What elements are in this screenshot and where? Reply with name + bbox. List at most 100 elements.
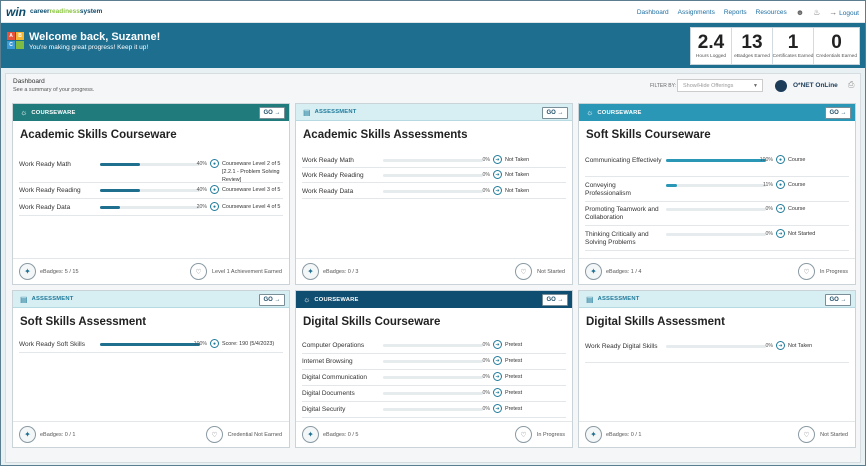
item-status: Courseware Level 4 of 5 [222, 204, 281, 210]
card-digital-skills-assessment: ▤ ASSESSMENT GO → Digital Skills Assessm… [578, 290, 856, 448]
card-title: Soft Skills Courseware [586, 129, 711, 141]
item-name: Digital Documents [302, 390, 355, 397]
user-icon[interactable]: ☻ [796, 8, 804, 17]
go-button[interactable]: GO → [825, 294, 851, 306]
card-academic-skills-assessments: ▤ ASSESSMENT GO → Academic Skills Assess… [295, 103, 573, 285]
achievement-icon: ♡ [190, 263, 207, 280]
course-icon: ● [776, 180, 785, 189]
nav-dashboard[interactable]: Dashboard [637, 9, 669, 16]
ebadge-icon[interactable]: ✦ [19, 426, 36, 443]
ebadge-icon[interactable]: ✦ [302, 426, 319, 443]
list-item[interactable]: Thinking Critically and Solving Problems… [585, 227, 849, 251]
card-header: ☼ COURSEWARE GO → [579, 104, 855, 121]
list-item[interactable]: Work Ready Digital Skills 0% ➜ Not Taken [585, 339, 849, 363]
list-item[interactable]: Work Ready Data 20% ● Courseware Level 4… [19, 200, 283, 216]
list-item[interactable]: Communicating Effectively 100% ● Course [585, 153, 849, 177]
ebadge-icon[interactable]: ✦ [19, 263, 36, 280]
list-item[interactable]: Digital Security 0% ➜ Pretest [302, 402, 566, 418]
list-item[interactable]: Digital Documents 0% ➜ Pretest [302, 386, 566, 402]
onet-logo-icon[interactable] [775, 80, 787, 92]
ebadges-count: eBadges: 1 / 4 [606, 269, 642, 275]
stat-certificates: 1 Certificates Earned [773, 28, 814, 64]
list-item[interactable]: Digital Communication 0% ➜ Pretest [302, 370, 566, 386]
achievement-icon: ♡ [515, 426, 532, 443]
progress-bar [100, 163, 200, 166]
achievement-status: Level 1 Achievement Earned [211, 269, 282, 275]
top-nav-bar: win careerreadinesssystem Dashboard Assi… [1, 1, 865, 23]
bell-icon[interactable]: ♨ [813, 8, 820, 17]
item-percent: 40% [196, 161, 207, 167]
list-item[interactable]: Computer Operations 0% ➜ Pretest [302, 338, 566, 354]
progress-bar [383, 408, 483, 411]
item-status: Not Taken [505, 172, 530, 178]
list-item[interactable]: Work Ready Reading 40% ● Courseware Leve… [19, 183, 283, 199]
progress-fill [100, 206, 120, 209]
item-name: Work Ready Math [302, 157, 354, 164]
lightbulb-icon: ☼ [303, 295, 311, 304]
item-name: Work Ready Data [302, 188, 354, 195]
list-item[interactable]: Conveying Professionalism 11% ● Course [585, 178, 849, 202]
achievement-status: Not Started [537, 269, 565, 275]
ebadge-icon[interactable]: ✦ [585, 426, 602, 443]
card-footer: ✦ eBadges: 0 / 1 Not Started ♡ [579, 421, 855, 447]
go-button[interactable]: GO → [825, 107, 851, 119]
nav-reports[interactable]: Reports [724, 9, 747, 16]
item-status: Not Started [788, 231, 816, 237]
card-footer: ✦ eBadges: 0 / 3 Not Started ♡ [296, 258, 572, 284]
item-percent: 0% [482, 172, 491, 178]
ebadge-icon[interactable]: ✦ [585, 263, 602, 280]
course-icon: ● [210, 202, 219, 211]
item-status: Pretest [505, 358, 523, 364]
go-button[interactable]: GO → [259, 107, 285, 119]
list-item[interactable]: Internet Browsing 0% ➜ Pretest [302, 354, 566, 370]
list-item[interactable]: Work Ready Data 0% ➜ Not Taken [302, 184, 566, 199]
progress-bar [383, 159, 483, 162]
nav-resources[interactable]: Resources [756, 9, 787, 16]
card-type: COURSEWARE [597, 109, 642, 116]
list-item[interactable]: Work Ready Math 0% ➜ Not Taken [302, 153, 566, 168]
page-title: Dashboard [13, 78, 45, 85]
item-status: Course [788, 157, 806, 163]
list-item[interactable]: Work Ready Soft Skills 100% ● Score: 190… [19, 337, 283, 353]
card-footer: ✦ eBadges: 0 / 5 In Progress ♡ [296, 421, 572, 447]
list-item[interactable]: Work Ready Math 40% ● Courseware Level 2… [19, 157, 283, 183]
logout-link[interactable]: → Logout [829, 8, 859, 17]
ebadges-count: eBadges: 0 / 5 [323, 432, 359, 438]
ebadges-count: eBadges: 0 / 1 [606, 432, 642, 438]
arrow-right-icon: ➜ [493, 388, 502, 397]
print-icon[interactable]: ⎙ [848, 80, 854, 90]
progress-bar [100, 189, 200, 192]
progress-fill [666, 184, 677, 187]
item-percent: 0% [482, 374, 491, 380]
card-type: ASSESSMENT [314, 109, 357, 115]
ebadge-icon[interactable]: ✦ [302, 263, 319, 280]
onet-link[interactable]: O*NET OnLine [793, 82, 838, 89]
achievement-icon: ♡ [798, 426, 815, 443]
assessment-icon: ▤ [20, 294, 28, 304]
item-status: Not Taken [505, 188, 530, 194]
item-percent: 0% [482, 358, 491, 364]
card-soft-skills-courseware: ☼ COURSEWARE GO → Soft Skills Courseware… [578, 103, 856, 285]
item-name: Internet Browsing [302, 358, 353, 365]
go-button[interactable]: GO → [542, 107, 568, 119]
stat-credentials: 0 Credentials Earned [815, 32, 858, 59]
stat-hours: 2.4 Hours Logged [691, 28, 732, 64]
go-button[interactable]: GO → [259, 294, 285, 306]
lightbulb-icon: ☼ [20, 108, 28, 117]
logo[interactable]: win careerreadinesssystem [6, 5, 102, 19]
arrow-right-icon: ➜ [493, 170, 502, 179]
main-nav: Dashboard Assignments Reports Resources … [637, 1, 859, 23]
card-type: COURSEWARE [31, 109, 76, 116]
arrow-right-icon: ➜ [493, 404, 502, 413]
card-header: ▤ ASSESSMENT GO → [579, 291, 855, 308]
card-soft-skills-assessment: ▤ ASSESSMENT GO → Soft Skills Assessment… [12, 290, 290, 448]
filter-select[interactable]: Show/Hide Offerings ▼ [677, 79, 763, 92]
progress-bar [666, 184, 766, 187]
progress-fill [100, 189, 140, 192]
card-footer: ✦ eBadges: 1 / 4 In Progress ♡ [579, 258, 855, 284]
list-item[interactable]: Work Ready Reading 0% ➜ Not Taken [302, 168, 566, 183]
nav-assignments[interactable]: Assignments [678, 9, 715, 16]
go-button[interactable]: GO → [542, 294, 568, 306]
list-item[interactable]: Promoting Teamwork and Collaboration 0% … [585, 202, 849, 226]
arrow-right-icon: ➜ [493, 372, 502, 381]
